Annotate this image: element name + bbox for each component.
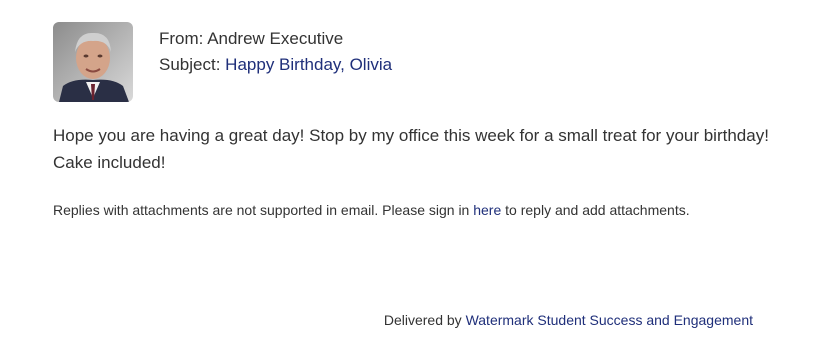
sign-in-link[interactable]: here [473,202,501,218]
note-text-before: Replies with attachments are not support… [53,202,470,218]
email-header: From: Andrew Executive Subject: Happy Bi… [53,22,392,102]
watermark-link[interactable]: Watermark Student Success and Engagement [466,312,753,328]
subject-line: Subject: Happy Birthday, Olivia [159,52,392,78]
subject-label: Subject: [159,55,221,74]
email-meta: From: Andrew Executive Subject: Happy Bi… [159,26,392,78]
from-label: From: [159,29,204,48]
from-line: From: Andrew Executive [159,26,392,52]
subject-link[interactable]: Happy Birthday, Olivia [225,55,392,74]
attachments-note: Replies with attachments are not support… [53,199,773,222]
note-text-after: to reply and add attachments. [505,202,690,218]
email-footer: Delivered by Watermark Student Success a… [384,309,753,331]
email-message: Hope you are having a great day! Stop by… [53,126,769,172]
sender-name: Andrew Executive [207,29,344,48]
footer-prefix: Delivered by [383,312,462,328]
sender-avatar [53,22,133,102]
